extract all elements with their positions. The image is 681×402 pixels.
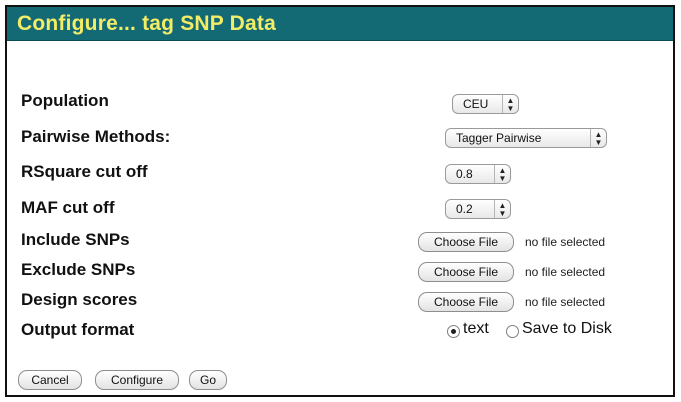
updown-arrows-icon: ▲ ▼ [494,200,510,218]
output-text-label[interactable]: text [463,320,489,338]
maf-select-value: 0.2 [456,202,473,216]
page-title: Configure... tag SNP Data [17,12,276,35]
pairwise-methods-select-value: Tagger Pairwise [456,131,542,145]
rsquare-select-value: 0.8 [456,167,473,181]
pairwise-methods-label: Pairwise Methods: [21,127,171,146]
output-save-to-disk-label[interactable]: Save to Disk [522,320,612,338]
design-scores-file-status: no file selected [525,295,606,309]
title-bar: Configure... tag SNP Data [7,7,673,41]
configure-button[interactable]: Configure [95,370,179,390]
population-select-value: CEU [463,97,489,111]
pairwise-methods-select[interactable]: Tagger Pairwise ▲ ▼ [445,128,607,148]
include-snps-file-status: no file selected [525,235,606,249]
exclude-snps-label: Exclude SNPs [21,260,136,279]
maf-label: MAF cut off [21,198,115,217]
updown-arrows-icon: ▲ ▼ [590,129,606,147]
cancel-button[interactable]: Cancel [18,370,82,390]
updown-arrows-icon: ▲ ▼ [494,165,510,183]
rsquare-select[interactable]: 0.8 ▲ ▼ [445,164,511,184]
output-text-radio[interactable] [447,325,460,338]
include-snps-choose-file-button[interactable]: Choose File [418,232,514,252]
design-scores-choose-file-button[interactable]: Choose File [418,292,514,312]
configure-panel: Configure... tag SNP Data Population CEU… [5,5,675,397]
rsquare-label: RSquare cut off [21,162,148,181]
exclude-snps-file-status: no file selected [525,265,606,279]
exclude-snps-choose-file-button[interactable]: Choose File [418,262,514,282]
include-snps-label: Include SNPs [21,230,130,249]
design-scores-label: Design scores [21,290,138,309]
population-label: Population [21,91,109,110]
output-format-label: Output format [21,320,135,339]
population-select[interactable]: CEU ▲ ▼ [452,94,519,114]
go-button[interactable]: Go [189,370,227,390]
updown-arrows-icon: ▲ ▼ [502,95,518,113]
maf-select[interactable]: 0.2 ▲ ▼ [445,199,511,219]
radio-selected-dot [451,329,456,334]
output-save-to-disk-radio[interactable] [506,325,519,338]
